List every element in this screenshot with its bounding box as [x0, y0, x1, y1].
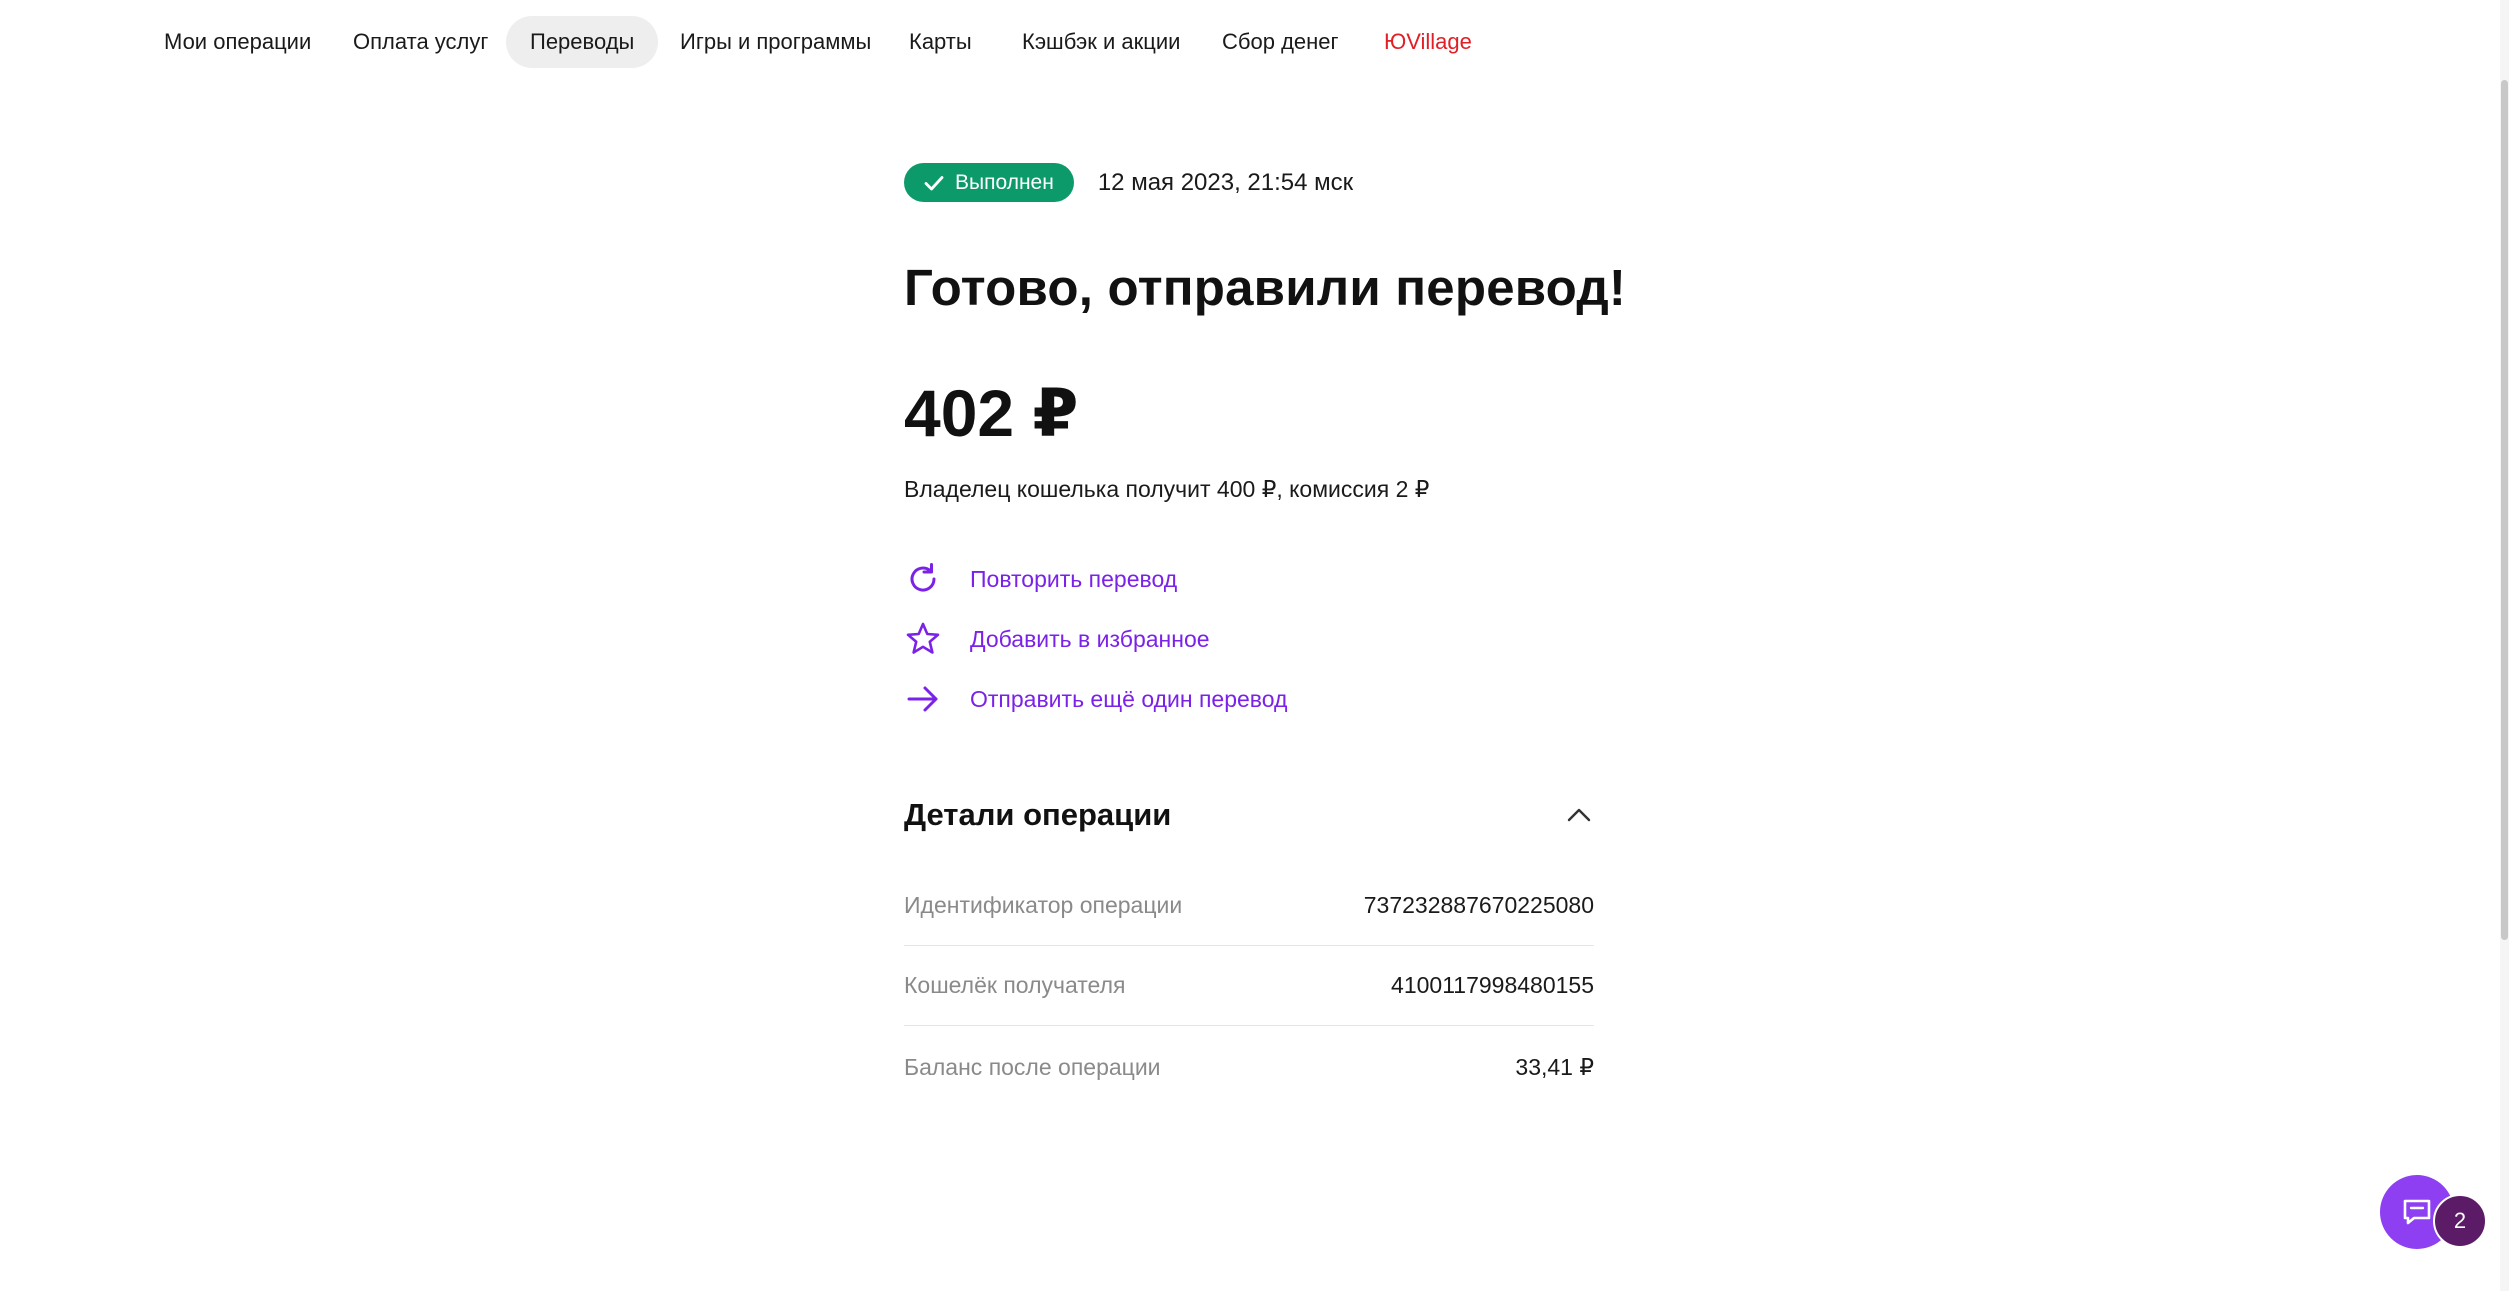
detail-row-balance: Баланс после операции 33,41 ₽ [904, 1027, 1594, 1107]
repeat-icon [904, 560, 942, 598]
detail-row-recipient-wallet: Кошелёк получателя 4100117998480155 [904, 946, 1594, 1026]
detail-value: 33,41 ₽ [1515, 1053, 1594, 1080]
detail-label: Идентификатор операции [904, 892, 1183, 918]
details-toggle[interactable]: Детали операции [904, 790, 1594, 840]
tab-cards[interactable]: Карты [885, 16, 996, 68]
operation-date: 12 мая 2023, 21:54 мск [1097, 168, 1354, 196]
repeat-transfer-label: Повторить перевод [970, 565, 1178, 592]
page-scrollbar[interactable] [2500, 0, 2509, 1291]
chat-unread-badge[interactable]: 2 [2433, 1194, 2487, 1248]
transfer-summary: Владелец кошелька получит 400 ₽, комисси… [904, 476, 1430, 502]
add-favorite-link[interactable]: Добавить в избранное [904, 620, 1210, 658]
arrow-right-icon [904, 680, 942, 718]
tab-my-operations[interactable]: Мои операции [140, 16, 335, 68]
status-badge-label: Выполнен [955, 170, 1054, 194]
send-another-label: Отправить ещё один перевод [970, 685, 1288, 712]
detail-value: 737232887670225080 [1363, 892, 1594, 918]
status-row: Выполнен 12 мая 2023, 21:54 мск [904, 163, 1353, 202]
tab-transfers[interactable]: Переводы [506, 16, 659, 68]
details-title: Детали операции [904, 797, 1172, 832]
add-favorite-label: Добавить в избранное [970, 625, 1210, 652]
tab-cashback[interactable]: Кэшбэк и акции [998, 16, 1204, 68]
send-another-link[interactable]: Отправить ещё один перевод [904, 680, 1287, 718]
tab-pay-services[interactable]: Оплата услуг [329, 16, 512, 68]
tab-games-programs[interactable]: Игры и программы [656, 16, 895, 68]
chevron-up-icon [1567, 808, 1591, 822]
detail-label: Баланс после операции [904, 1053, 1161, 1080]
star-icon [904, 620, 942, 658]
transfer-amount: 402 ₽ [904, 376, 1079, 450]
chat-icon [2403, 1199, 2431, 1225]
repeat-transfer-link[interactable]: Повторить перевод [904, 560, 1177, 598]
tab-fundraising[interactable]: Сбор денег [1198, 16, 1363, 68]
tab-yuvillage[interactable]: ЮVillage [1360, 16, 1496, 68]
detail-row-operation-id: Идентификатор операции 73723288767022508… [904, 866, 1594, 946]
detail-value: 4100117998480155 [1391, 972, 1594, 998]
status-badge: Выполнен [904, 163, 1074, 202]
detail-label: Кошелёк получателя [904, 972, 1126, 998]
top-navigation: Мои операции Оплата услуг Переводы Игры … [0, 0, 2500, 84]
page-title: Готово, отправили перевод! [904, 259, 1627, 316]
check-icon [924, 175, 944, 190]
page: Мои операции Оплата услуг Переводы Игры … [0, 0, 2509, 1291]
scrollbar-thumb[interactable] [2501, 80, 2508, 940]
